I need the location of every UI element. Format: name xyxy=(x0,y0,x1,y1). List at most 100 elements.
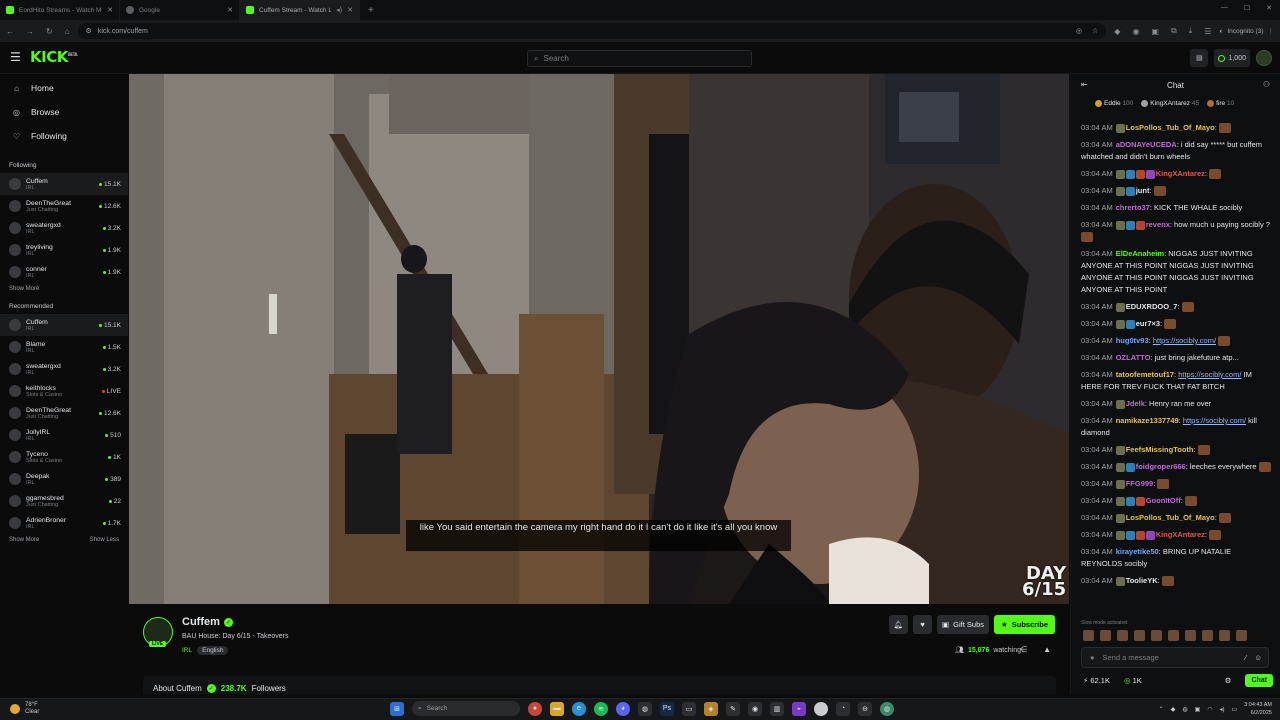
chat-username[interactable]: ToolieYK xyxy=(1126,576,1158,585)
bookmark-star-icon[interactable]: ☆ xyxy=(1092,27,1098,35)
chat-username[interactable]: tatoofemetouf17 xyxy=(1116,370,1174,379)
reading-list-icon[interactable]: ☰ xyxy=(1204,27,1211,36)
download-icon[interactable]: ⤓ xyxy=(1189,26,1193,36)
gifter[interactable]: Eddie 100 xyxy=(1095,100,1133,108)
collapse-chat-icon[interactable]: ⇤ xyxy=(1081,80,1088,89)
reload-icon[interactable]: ↻ xyxy=(46,27,53,36)
kick-logo[interactable]: KICKBETA xyxy=(30,48,78,66)
extension-icon[interactable]: ◆ xyxy=(1114,27,1120,36)
chat-username[interactable]: KingXAntarez xyxy=(1156,530,1205,539)
site-info-icon[interactable]: ⚙ xyxy=(86,27,92,35)
emote[interactable] xyxy=(1219,630,1230,641)
tray-chevron-icon[interactable]: ⌃ xyxy=(1159,706,1164,713)
sidebar-channel[interactable]: sweatergxd IRL 3.2K xyxy=(0,358,128,380)
emote[interactable] xyxy=(1185,630,1196,641)
show-more-following[interactable]: Show More xyxy=(9,286,39,292)
chat-username[interactable]: hug0tv93 xyxy=(1116,336,1149,345)
weather-widget[interactable]: 78°F Clear xyxy=(10,702,39,716)
sidebar-channel[interactable]: AdrienBroner IRL 1.7K xyxy=(0,512,128,534)
streamer-name[interactable]: Cuffem ✓ xyxy=(182,616,233,628)
follow-button[interactable]: ♥ xyxy=(913,615,933,634)
browser-tab[interactable]: Google ✕ xyxy=(120,0,240,20)
close-tab-icon[interactable]: ✕ xyxy=(107,6,113,14)
chat-username[interactable]: GoonItOff xyxy=(1146,496,1181,505)
nav-browse[interactable]: ◎ Browse xyxy=(0,100,128,124)
obs-icon[interactable]: ◉ xyxy=(748,701,762,716)
sidebar-channel[interactable]: JollyIRL IRL 510 xyxy=(0,424,128,446)
close-tab-icon[interactable]: ✕ xyxy=(347,6,353,14)
chat-username[interactable]: kirayetike50 xyxy=(1116,547,1159,556)
menu-dots-icon[interactable]: ⋮ xyxy=(1268,27,1275,35)
emote[interactable] xyxy=(1083,630,1094,641)
wifi-icon[interactable]: ◠ xyxy=(1207,706,1212,713)
emote[interactable] xyxy=(1168,630,1179,641)
close-window-icon[interactable]: ✕ xyxy=(1266,4,1272,12)
emote[interactable] xyxy=(1151,630,1162,641)
app-icon[interactable]: ▥ xyxy=(770,701,784,716)
report-icon[interactable]: ▲ xyxy=(1043,645,1051,654)
tray-app-icon[interactable]: ◍ xyxy=(1182,706,1187,713)
chrome-icon[interactable]: ● xyxy=(528,701,542,716)
chat-username[interactable]: LosPollos_Tub_Of_Mayo xyxy=(1126,123,1215,132)
gift-subs-button[interactable]: ▣ Gift Subs xyxy=(937,615,989,634)
app-icon[interactable]: ◔ xyxy=(836,701,850,716)
chat-username[interactable]: revenx xyxy=(1146,220,1170,229)
back-icon[interactable]: ← xyxy=(6,27,14,36)
sidebar-channel[interactable]: keithlocks Slots & Casino LIVE xyxy=(0,380,128,402)
home-browser-icon[interactable]: ⌂ xyxy=(65,27,70,36)
new-tab-button[interactable]: + xyxy=(360,5,382,16)
terminal-icon[interactable]: ▭ xyxy=(682,701,696,716)
sidebar-channel[interactable]: Tyceno Slots & Casino 1K xyxy=(0,446,128,468)
emote[interactable] xyxy=(1117,630,1128,641)
emote[interactable] xyxy=(1202,630,1213,641)
sidebar-channel[interactable]: Blame IRL 1.5K xyxy=(0,336,128,358)
file-explorer-icon[interactable]: ▬ xyxy=(550,701,564,716)
chat-username[interactable]: OZLATTO xyxy=(1116,353,1151,362)
close-tab-icon[interactable]: ✕ xyxy=(227,6,233,14)
chat-link[interactable]: https://socibly.com/ xyxy=(1153,336,1216,345)
user-avatar[interactable] xyxy=(1256,50,1272,66)
sidebar-channel[interactable]: DeenTheGreat Just Chatting 12.6K xyxy=(0,195,128,217)
sidebar-channel[interactable]: Cuffem IRL 15.1K xyxy=(0,173,128,195)
chat-username[interactable]: chrerto37 xyxy=(1116,203,1150,212)
app-icon[interactable]: ⊖ xyxy=(858,701,872,716)
search-input[interactable]: ⌕ Search xyxy=(527,50,752,67)
mute-tab-icon[interactable]: ◂) xyxy=(336,6,342,14)
app-icon[interactable]: ◍ xyxy=(638,701,652,716)
send-chat-button[interactable]: Chat xyxy=(1245,674,1273,687)
emote[interactable] xyxy=(1134,630,1145,641)
commands-icon[interactable]: ⁄ xyxy=(1245,653,1246,662)
sidebar-channel[interactable]: sweatergxd IRL 3.2K xyxy=(0,217,128,239)
chat-username[interactable]: EDUXRDOO_7 xyxy=(1126,302,1178,311)
show-less-recommended[interactable]: Show Less xyxy=(90,537,119,543)
extension-icon[interactable]: ▣ xyxy=(1151,27,1159,36)
chat-username[interactable]: eur7×3 xyxy=(1136,319,1160,328)
taskbar-search[interactable]: ⌕ Search xyxy=(412,701,520,716)
chat-input[interactable]: ● Send a message ⁄ ☺ xyxy=(1081,647,1269,668)
chat-username[interactable]: junt xyxy=(1136,186,1150,195)
discord-icon[interactable]: ◕ xyxy=(616,701,630,716)
chat-username[interactable]: Jdelk xyxy=(1126,399,1145,408)
emote[interactable] xyxy=(1236,630,1247,641)
eye-off-icon[interactable]: ◎ xyxy=(1076,27,1082,35)
browser-tab[interactable]: EordHito Streams - Watch Me on K ✕ xyxy=(0,0,120,20)
chat-username[interactable]: ElDeAnaheim xyxy=(1116,249,1164,258)
spotify-icon[interactable]: ≋ xyxy=(594,701,608,716)
edge-icon[interactable]: e xyxy=(572,701,586,716)
chat-username[interactable]: LosPollos_Tub_Of_Mayo xyxy=(1126,513,1215,522)
battery-icon[interactable]: ▭ xyxy=(1232,706,1238,713)
share-icon[interactable]: ⋲ xyxy=(1019,645,1027,654)
clock[interactable]: 3:04:43 AM 6/2/2025 xyxy=(1244,701,1272,717)
gifter[interactable]: KingXAntarez 45 xyxy=(1141,100,1199,108)
chat-users-icon[interactable]: ⚇ xyxy=(1263,80,1270,89)
sidebar-channel[interactable]: Cuffem IRL 15.1K xyxy=(0,314,128,336)
chat-link[interactable]: https://socibly.com/ xyxy=(1178,370,1241,379)
browser-tab-active[interactable]: Cuffem Stream - Watch Liv ◂) ✕ xyxy=(240,0,360,20)
chat-settings-icon[interactable]: ⚙ xyxy=(1225,676,1232,685)
chat-username[interactable]: foidgroper666 xyxy=(1136,462,1186,471)
language-tag[interactable]: English xyxy=(197,646,229,655)
hamburger-menu-icon[interactable]: ☰ xyxy=(10,50,21,64)
library-button[interactable]: ▤ xyxy=(1190,49,1209,67)
subscribe-button[interactable]: ★ Subscribe xyxy=(994,615,1055,634)
puzzle-icon[interactable]: ⧉ xyxy=(1171,26,1177,36)
